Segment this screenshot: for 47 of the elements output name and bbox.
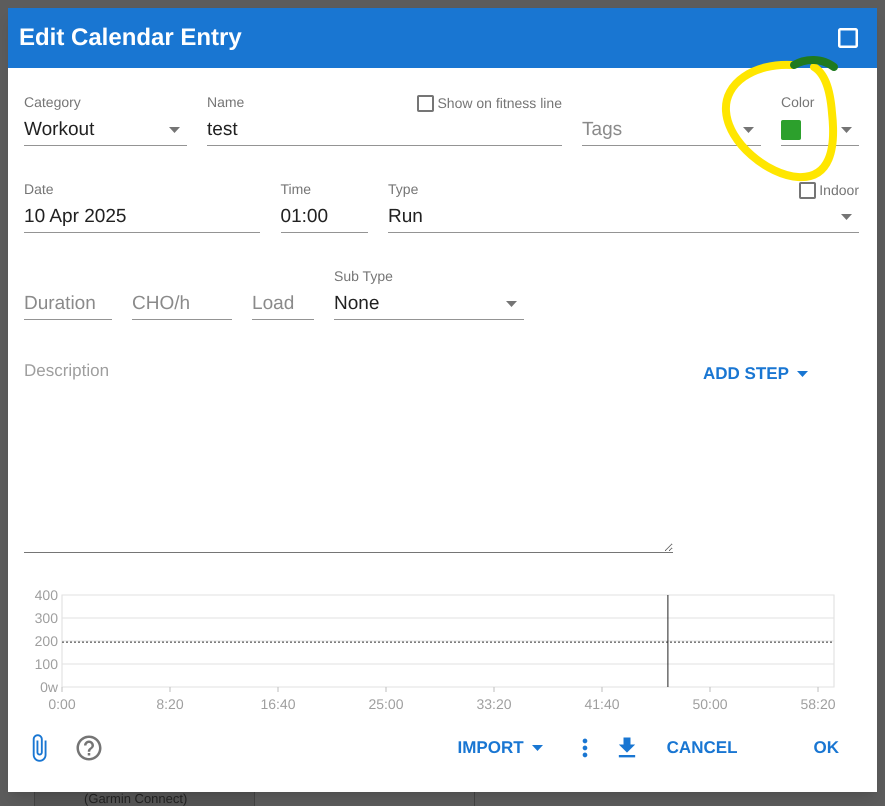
field-label: Category: [24, 93, 81, 111]
caret-icon: [841, 127, 852, 133]
input-field[interactable]: Duration: [24, 289, 112, 320]
add-step-button[interactable]: ADD STEP: [695, 356, 816, 392]
caret-icon: [169, 127, 180, 133]
checkbox-label: Indoor: [819, 181, 859, 200]
axis-tick-label: 300: [34, 610, 58, 626]
select-field[interactable]: Run: [388, 202, 859, 233]
input-field[interactable]: Load: [252, 289, 314, 320]
ok-button[interactable]: OK: [802, 730, 851, 766]
input-field[interactable]: test: [207, 115, 562, 146]
axis-tick-label: 200: [34, 633, 58, 649]
checkbox-label: Show on fitness line: [437, 94, 562, 113]
axis-tick-label: 50:00: [692, 696, 728, 712]
axis-tick-label: 41:40: [584, 696, 620, 712]
field-label: Type: [388, 180, 418, 198]
field-label: Name: [207, 93, 244, 111]
select-field[interactable]: Workout: [24, 115, 187, 146]
dialog-title: Edit Calendar Entry: [19, 23, 242, 53]
axis-tick-label: 25:00: [368, 696, 404, 712]
checkbox[interactable]: [417, 95, 434, 112]
select-field[interactable]: None: [334, 289, 524, 320]
caret-icon: [506, 301, 517, 307]
caret-icon: [532, 745, 543, 751]
import-button[interactable]: IMPORT: [450, 730, 551, 766]
axis-tick-label: 8:20: [156, 696, 184, 712]
axis-tick-label: 0w: [40, 679, 58, 695]
help-icon[interactable]: [74, 733, 104, 763]
field-label: Date: [24, 180, 54, 198]
input-field[interactable]: 10 Apr 2025: [24, 202, 260, 233]
axis-tick-label: 33:20: [476, 696, 512, 712]
caret-icon: [841, 214, 852, 220]
input-field[interactable]: 01:00: [280, 202, 368, 233]
field-label: Sub Type: [334, 267, 393, 285]
checkbox[interactable]: [799, 182, 816, 199]
field-label: Time: [280, 180, 312, 198]
description-field[interactable]: Description: [24, 358, 673, 553]
input-field[interactable]: CHO/h: [132, 289, 232, 320]
axis-tick-label: 400: [34, 589, 58, 603]
caret-icon: [743, 127, 754, 133]
caret-icon: [796, 371, 808, 377]
axis-tick-label: 16:40: [260, 696, 296, 712]
field-label: Color: [781, 93, 814, 111]
axis-tick-label: 58:20: [800, 696, 836, 712]
cancel-button[interactable]: CANCEL: [654, 730, 750, 766]
axis-tick-label: 100: [34, 656, 58, 672]
axis-tick-label: 0:00: [48, 696, 76, 712]
